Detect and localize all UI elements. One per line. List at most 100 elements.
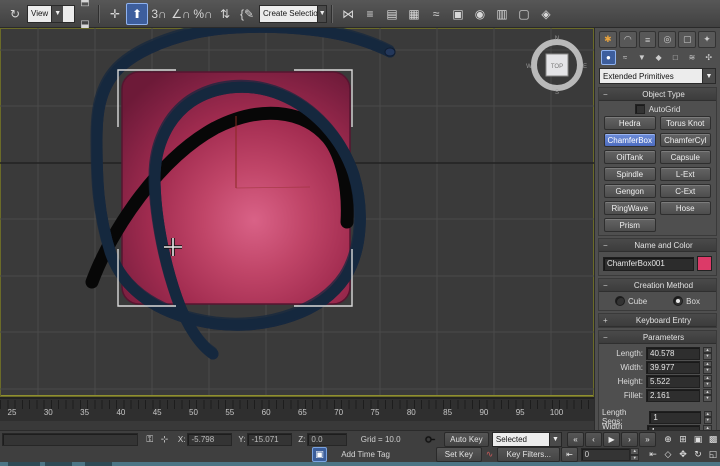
auto-key-button[interactable]: Auto Key <box>444 432 489 447</box>
zoom-extents-all-icon[interactable]: ▩ <box>706 433 720 446</box>
parameter-value-field[interactable]: 39.977 <box>646 361 700 374</box>
parameter-value-field[interactable]: 40.578 <box>646 347 700 360</box>
object-type-button-hedra[interactable]: Hedra <box>604 116 656 130</box>
category-spacewarps[interactable]: ≋ <box>685 50 700 65</box>
tab-hierarchy[interactable]: ≡ <box>639 31 657 48</box>
track-bar[interactable] <box>0 421 594 430</box>
curve-editor-icon[interactable]: ≈ <box>425 3 447 25</box>
selection-lock-icon[interactable]: ⚿ <box>142 433 157 446</box>
rollout-object-type-header[interactable]: − Object Type <box>599 88 716 101</box>
selection-filter-dropdown[interactable]: Selected ▼ <box>492 432 562 447</box>
render-production-icon[interactable]: ◈ <box>535 3 557 25</box>
top-viewport[interactable]: N E S W TOP <box>0 28 594 397</box>
parameter-spinner[interactable]: ▲▼ <box>703 375 712 388</box>
go-to-end-button[interactable]: » <box>639 432 656 447</box>
key-mode-toggle-icon[interactable]: ⇤ <box>646 448 660 461</box>
object-type-button-spindle[interactable]: Spindle <box>604 167 656 181</box>
object-type-button-chamferbox[interactable]: ChamferBox <box>604 133 656 147</box>
add-time-tag[interactable]: Add Time Tag <box>341 450 408 459</box>
radio-dot[interactable] <box>615 296 625 306</box>
radio-dot[interactable] <box>673 296 683 306</box>
object-type-button-gengon[interactable]: Gengon <box>604 184 656 198</box>
object-type-button-c-ext[interactable]: C-Ext <box>660 184 712 198</box>
maxscript-mini-listener[interactable] <box>2 433 138 446</box>
parameter-value-field[interactable]: 5.522 <box>646 375 700 388</box>
snap-toggle-3d-icon[interactable]: 3∩ <box>148 3 170 25</box>
z-coordinate-field[interactable]: 0.0 <box>307 433 346 446</box>
align-icon[interactable]: ≡ <box>359 3 381 25</box>
object-type-button-l-ext[interactable]: L-Ext <box>660 167 712 181</box>
previous-frame-button[interactable]: ‹ <box>585 432 602 447</box>
category-cameras[interactable]: ◆ <box>651 50 666 65</box>
parameter-spinner[interactable]: ▲▼ <box>703 389 712 402</box>
creation-method-cube[interactable]: Cube <box>615 296 647 306</box>
schematic-view-icon[interactable]: ▣ <box>447 3 469 25</box>
creation-method-box[interactable]: Box <box>673 296 700 306</box>
pan-hand-icon[interactable]: ✥ <box>676 448 690 461</box>
tab-create[interactable]: ✱ <box>599 31 617 48</box>
percent-snap-icon[interactable]: %∩ <box>192 3 214 25</box>
object-type-button-chamfercyl[interactable]: ChamferCyl <box>660 133 712 147</box>
set-key-button[interactable]: Set Key <box>436 447 482 462</box>
play-button[interactable]: ▶ <box>603 432 620 447</box>
absolute-mode-icon[interactable]: ⊹ <box>157 433 172 446</box>
edit-named-selection-sets-icon[interactable]: {✎ <box>236 3 258 25</box>
material-editor-icon[interactable]: ◉ <box>469 3 491 25</box>
time-slider-ruler[interactable]: 253035404550556065707580859095100 <box>0 399 594 422</box>
select-and-move-small-icon[interactable]: ✛ <box>104 3 126 25</box>
named-selection-set-dropdown[interactable]: Create Selection Set ▼ <box>259 5 327 23</box>
object-type-button-torus knot[interactable]: Torus Knot <box>660 116 712 130</box>
subcategory-dropdown[interactable]: Extended Primitives ▼ <box>599 68 716 84</box>
reference-coordinate-dropdown[interactable]: View ▼ <box>27 5 75 23</box>
use-pivot-point-icon[interactable]: ⬒ <box>76 0 94 14</box>
rollout-keyboard-entry-header[interactable]: + Keyboard Entry <box>599 314 716 327</box>
select-and-manipulate-icon[interactable]: ⬆ <box>126 3 148 25</box>
object-type-button-prism[interactable]: Prism <box>604 218 656 232</box>
maximize-viewport-icon[interactable]: ◱ <box>706 448 720 461</box>
category-lights[interactable]: ▼ <box>634 50 649 65</box>
viewcube[interactable]: N E S W TOP <box>526 36 587 96</box>
zoom-region-icon[interactable]: ◇ <box>661 448 675 461</box>
parameter-value-field[interactable]: 2.161 <box>646 389 700 402</box>
frame-spinner[interactable]: ▲▼ <box>630 448 639 461</box>
object-type-button-capsule[interactable]: Capsule <box>660 150 712 164</box>
select-and-rotate-icon[interactable]: ↻ <box>4 3 26 25</box>
isolate-selection-icon[interactable]: ▣ <box>312 447 327 462</box>
object-type-button-ringwave[interactable]: RingWave <box>604 201 656 215</box>
category-geometry[interactable]: ● <box>601 50 616 65</box>
angle-snap-icon[interactable]: ∠∩ <box>170 3 192 25</box>
tab-display[interactable]: ▢ <box>678 31 696 48</box>
tab-motion[interactable]: ◎ <box>658 31 676 48</box>
next-frame-button[interactable]: › <box>621 432 638 447</box>
object-type-button-oiltank[interactable]: OilTank <box>604 150 656 164</box>
rollout-creation-method-header[interactable]: − Creation Method <box>599 279 716 292</box>
render-setup-icon[interactable]: ▥ <box>491 3 513 25</box>
key-filters-button[interactable]: Key Filters... <box>497 447 560 462</box>
zoom-icon[interactable]: ⊕ <box>661 433 675 446</box>
go-to-start-button[interactable]: « <box>567 432 584 447</box>
category-systems[interactable]: ✣ <box>701 50 716 65</box>
autogrid-checkbox[interactable] <box>635 104 645 114</box>
rendered-frame-icon[interactable]: ▢ <box>513 3 535 25</box>
parameter-spinner[interactable]: ▲▼ <box>703 347 712 360</box>
current-frame-field[interactable]: 0 <box>581 448 631 461</box>
parameter-value-field[interactable]: 1 <box>649 411 700 424</box>
set-key-curve-icon[interactable]: ∿ <box>482 448 497 461</box>
key-mode-toggle-icon[interactable]: ⇤ <box>561 447 577 462</box>
parameter-spinner[interactable]: ▲▼ <box>703 361 712 374</box>
orbit-icon[interactable]: ↻ <box>691 448 705 461</box>
rollout-parameters-header[interactable]: − Parameters <box>599 331 716 344</box>
y-coordinate-field[interactable]: -15.071 <box>247 433 292 446</box>
rollout-name-color-header[interactable]: − Name and Color <box>599 239 716 252</box>
tab-utilities[interactable]: ✦ <box>698 31 716 48</box>
tab-modify[interactable]: ◠ <box>619 31 637 48</box>
object-type-button-hose[interactable]: Hose <box>660 201 712 215</box>
category-helpers[interactable]: □ <box>668 50 683 65</box>
object-name-field[interactable]: ChamferBox001 <box>603 257 694 271</box>
spinner-snap-icon[interactable]: ⇅ <box>214 3 236 25</box>
graphite-tools-icon[interactable]: ▦ <box>403 3 425 25</box>
viewcube-top-face[interactable]: TOP <box>551 64 563 70</box>
zoom-extents-icon[interactable]: ▣ <box>691 433 705 446</box>
parameter-spinner[interactable]: ▲▼ <box>704 411 712 424</box>
category-shapes[interactable]: ≈ <box>618 50 633 65</box>
